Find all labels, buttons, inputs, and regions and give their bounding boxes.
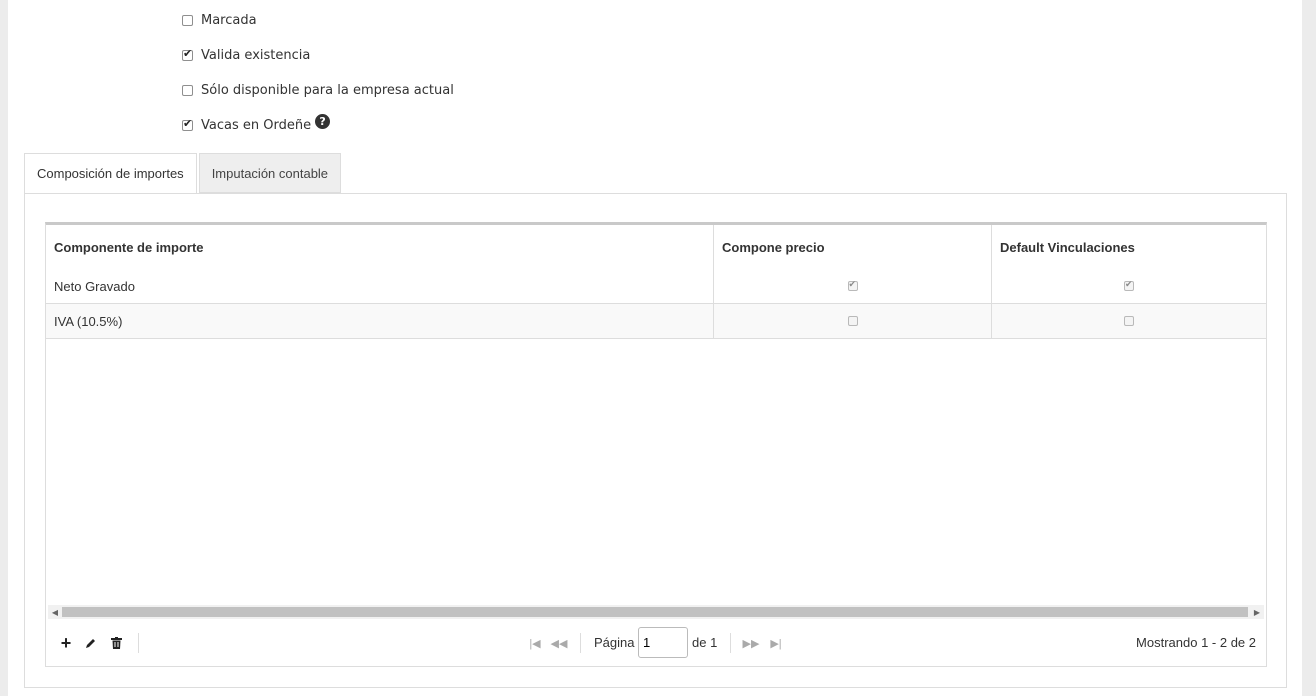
tab-composicion-de-importes[interactable]: Composición de importes — [24, 153, 197, 194]
grid-pager: + |◀ ◀◀ Página de 1 ▶▶ ▶| Mostrando 1 - … — [46, 621, 1266, 665]
option-vacas-en-ordene[interactable]: Vacas en Ordeñe ? — [182, 113, 331, 135]
tab-imputacion-contable[interactable]: Imputación contable — [198, 153, 342, 193]
column-header-compone-precio[interactable]: Compone precio — [714, 225, 992, 269]
cell-compone-precio — [714, 304, 992, 338]
question-circle-icon[interactable]: ? — [315, 113, 331, 129]
pager-separator — [580, 633, 581, 653]
column-header-default-vinculaciones[interactable]: Default Vinculaciones — [992, 225, 1266, 269]
cell-componente: IVA (10.5%) — [46, 304, 714, 338]
toolbar-separator — [138, 633, 139, 653]
default-vinculaciones-checkbox — [1124, 316, 1134, 326]
scroll-left-icon[interactable]: ◀ — [48, 605, 62, 619]
option-solo-disponible[interactable]: Sólo disponible para la empresa actual — [182, 80, 454, 100]
tab-bar: Composición de importes Imputación conta… — [24, 153, 343, 194]
valida-existencia-label: Valida existencia — [201, 47, 311, 63]
page-label: Página — [594, 635, 635, 650]
marcada-checkbox[interactable] — [182, 14, 193, 26]
cell-compone-precio — [714, 269, 992, 303]
solo-disponible-label: Sólo disponible para la empresa actual — [201, 82, 454, 98]
column-header-componente[interactable]: Componente de importe — [46, 225, 714, 269]
cell-componente: Neto Gravado — [46, 269, 714, 303]
page-count-label: de 1 — [692, 635, 718, 650]
option-valida-existencia[interactable]: Valida existencia — [182, 45, 310, 65]
marcada-label: Marcada — [201, 12, 257, 28]
pager-separator — [730, 633, 731, 653]
cell-default-vinculaciones — [992, 269, 1266, 303]
table-row[interactable]: Neto Gravado — [46, 269, 1266, 304]
last-page-icon[interactable]: ▶| — [768, 635, 784, 651]
left-page-border — [0, 0, 8, 696]
page-number-input[interactable] — [638, 627, 688, 658]
scroll-right-icon[interactable]: ▶ — [1250, 605, 1264, 619]
cell-default-vinculaciones — [992, 304, 1266, 338]
compone-precio-checkbox — [847, 279, 858, 291]
first-page-icon[interactable]: |◀ — [527, 635, 543, 651]
next-page-icon[interactable]: ▶▶ — [743, 635, 760, 651]
valida-existencia-checkbox[interactable] — [182, 47, 193, 61]
right-page-border — [1302, 0, 1316, 696]
horizontal-scrollbar[interactable]: ◀ ▶ — [48, 605, 1264, 619]
compone-precio-checkbox — [847, 316, 858, 326]
default-vinculaciones-checkbox — [1124, 279, 1134, 291]
vacas-en-ordene-label: Vacas en Ordeñe — [201, 117, 312, 133]
option-marcada[interactable]: Marcada — [182, 10, 257, 30]
vacas-en-ordene-checkbox[interactable] — [182, 117, 193, 131]
table-row[interactable]: IVA (10.5%) — [46, 304, 1266, 339]
scroll-thumb[interactable] — [62, 607, 1248, 617]
grid-header: Componente de importe Compone precio Def… — [46, 225, 1266, 270]
pencil-icon[interactable] — [83, 635, 99, 651]
solo-disponible-checkbox[interactable] — [182, 84, 193, 96]
importes-grid: Componente de importe Compone precio Def… — [45, 222, 1267, 667]
prev-page-icon[interactable]: ◀◀ — [551, 635, 568, 651]
trash-icon[interactable] — [108, 635, 124, 651]
plus-icon[interactable]: + — [58, 633, 74, 653]
records-summary: Mostrando 1 - 2 de 2 — [1136, 635, 1256, 650]
